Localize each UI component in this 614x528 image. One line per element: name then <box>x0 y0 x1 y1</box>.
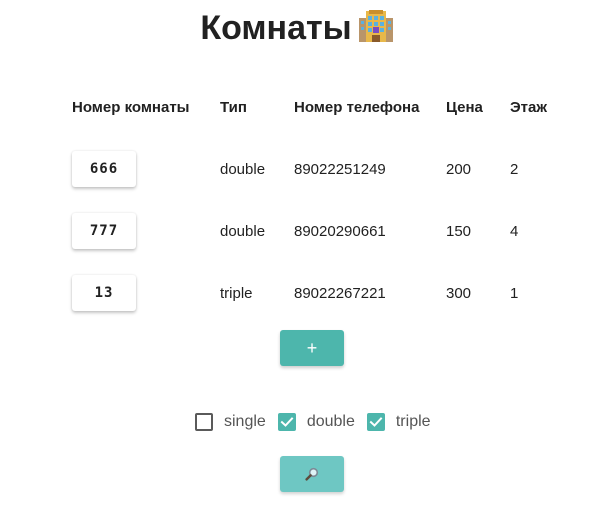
filter-double-checkbox[interactable] <box>277 413 296 431</box>
page-title: Комнаты <box>0 8 594 48</box>
hotel-icon <box>358 9 394 52</box>
search-button[interactable] <box>280 456 344 492</box>
price-cell: 150 <box>446 222 472 240</box>
type-cell: double <box>220 222 266 240</box>
table-row: 666 double 89022251249 200 2 <box>64 138 558 200</box>
add-room-button[interactable]: + <box>280 330 344 366</box>
column-header-floor: Этаж <box>510 98 547 116</box>
price-cell: 300 <box>446 284 472 302</box>
page-title-text: Комнаты <box>200 9 352 47</box>
filter-single-label: single <box>224 413 266 430</box>
magnifier-icon <box>305 467 319 481</box>
phone-cell: 89022251249 <box>294 160 386 178</box>
filter-double-label: double <box>306 413 355 430</box>
filter-single-checkbox[interactable] <box>195 413 213 431</box>
column-header-price: Цена <box>446 98 483 116</box>
table-header-row: Номер комнаты Тип Номер телефона Цена Эт… <box>64 76 558 138</box>
floor-cell: 1 <box>510 284 519 302</box>
checkmark-icon <box>280 417 294 427</box>
rooms-table: Номер комнаты Тип Номер телефона Цена Эт… <box>64 76 558 324</box>
phone-cell: 89022267221 <box>294 284 386 302</box>
floor-cell: 4 <box>510 222 519 240</box>
column-header-room-number: Номер комнаты <box>72 98 190 116</box>
column-header-type: Тип <box>220 98 247 116</box>
checkmark-icon <box>369 417 383 427</box>
floor-cell: 2 <box>510 160 519 178</box>
room-button[interactable]: 666 <box>72 151 136 187</box>
type-cell: double <box>220 160 266 178</box>
column-header-phone: Номер телефона <box>294 98 420 116</box>
room-cell: 666 <box>64 138 212 200</box>
filter-triple-label: triple <box>395 413 431 430</box>
phone-cell: 89020290661 <box>294 222 386 240</box>
room-button[interactable]: 777 <box>72 213 136 249</box>
type-cell: triple <box>220 284 253 302</box>
rooms-page: Комнаты Номер комнаты Тип Номер телефона… <box>0 0 614 528</box>
room-button[interactable]: 13 <box>72 275 136 311</box>
table-row: 777 double 89020290661 150 4 <box>64 200 558 262</box>
price-cell: 200 <box>446 160 472 178</box>
room-cell: 13 <box>64 262 212 324</box>
type-filters: single double triple <box>195 412 443 432</box>
room-cell: 777 <box>64 200 212 262</box>
table-row: 13 triple 89022267221 300 1 <box>64 262 558 324</box>
filter-triple-checkbox[interactable] <box>366 413 385 431</box>
